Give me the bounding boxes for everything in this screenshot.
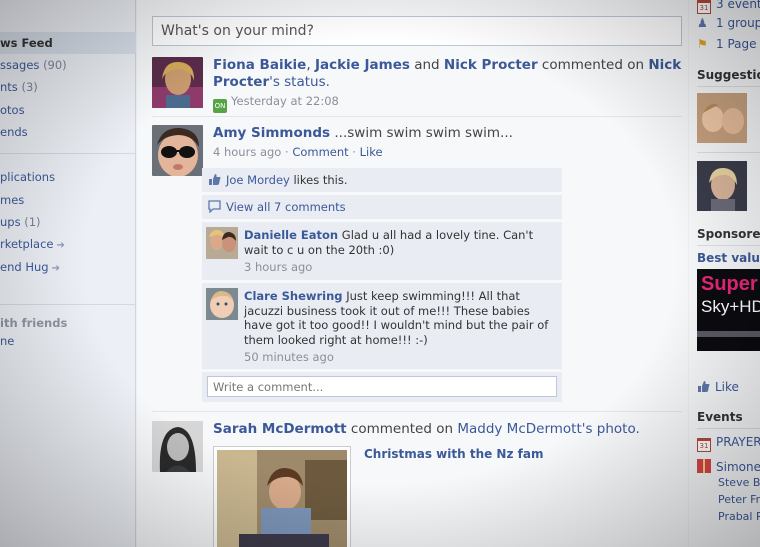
nav-groups[interactable]: ups (1) xyxy=(0,211,136,233)
status-composer-input[interactable]: What's on your mind? xyxy=(152,16,682,46)
nav-divider xyxy=(0,304,136,305)
sponsored-heading: Sponsored xyxy=(697,227,760,241)
story-divider xyxy=(152,411,682,412)
events-count: (3) xyxy=(21,80,38,94)
calendar-icon: 31 xyxy=(697,438,711,452)
nav-marketplace[interactable]: rketplace ➔ xyxy=(0,233,136,255)
liker-link[interactable]: Joe Mordey xyxy=(226,173,290,187)
timestamp[interactable]: Yesterday at 22:08 xyxy=(231,94,339,108)
suggestions-heading: Suggestion xyxy=(697,68,760,82)
target-photo-link[interactable]: 's photo. xyxy=(582,421,640,437)
birthday-link[interactable]: Prabal R xyxy=(718,510,760,523)
commenter-avatar[interactable] xyxy=(206,227,238,259)
thumbs-up-icon xyxy=(698,381,710,392)
action-text: commented on xyxy=(537,57,649,73)
ad-image[interactable]: Super Sky+HD xyxy=(697,269,760,351)
album-link[interactable]: Christmas with the Nz fam xyxy=(364,447,543,461)
chat-status-link[interactable]: ne xyxy=(0,330,136,352)
comment: Clare Shewring Just keep swimming!!! All… xyxy=(202,283,562,369)
commenter-avatar[interactable] xyxy=(206,288,238,320)
avatar[interactable] xyxy=(152,125,203,176)
target-status-link[interactable]: 's status. xyxy=(269,74,330,90)
commenter-link[interactable]: Danielle Eaton xyxy=(244,228,338,242)
pages-summary-link[interactable]: ⚑1 Page s xyxy=(697,37,760,51)
comment-link[interactable]: Comment xyxy=(292,145,348,159)
comment-input[interactable]: Write a comment... xyxy=(207,376,557,397)
view-all-comments-link[interactable]: View all 7 comments xyxy=(226,200,346,214)
dot-separator: · xyxy=(281,145,293,159)
shared-photo[interactable] xyxy=(213,446,351,547)
birthday-link[interactable]: Peter Fr xyxy=(718,493,760,506)
right-column: 313 event ♟1 group ⚑1 Page s Suggestion … xyxy=(689,0,760,547)
nav-events[interactable]: nts (3) xyxy=(0,76,136,98)
nav-friends[interactable]: ends xyxy=(0,121,136,143)
avatar[interactable] xyxy=(152,57,203,108)
suggestion-photo[interactable] xyxy=(697,161,747,211)
avatar[interactable] xyxy=(152,421,203,472)
ad-title-link[interactable]: Best value xyxy=(697,251,760,265)
thumbs-up-icon xyxy=(209,174,221,185)
ad-text: Super xyxy=(701,273,758,295)
section-divider xyxy=(697,428,760,429)
arrow-right-icon: ➔ xyxy=(56,240,65,251)
write-comment-row: Write a comment... xyxy=(202,372,562,402)
ad-device xyxy=(697,331,760,337)
mobile-upload-icon: ON xyxy=(213,99,227,113)
flag-icon: ⚑ xyxy=(697,37,708,51)
feed-story: Sarah McDermott commented on Maddy McDer… xyxy=(152,421,682,547)
commenter-link[interactable]: Clare Shewring xyxy=(244,289,343,303)
calendar-icon: 31 xyxy=(697,0,711,14)
nav-photos[interactable]: otos xyxy=(0,99,136,121)
actor-link[interactable]: Jackie James xyxy=(315,57,410,73)
nav-divider xyxy=(0,153,136,154)
actor-link[interactable]: Sarah McDermott xyxy=(213,421,347,437)
news-feed: What's on your mind? Fiona Baikie, Jacki… xyxy=(137,0,688,547)
nav-news-feed[interactable]: ws Feed xyxy=(0,32,136,54)
groups-count: (1) xyxy=(24,215,41,229)
conjunction-text: and xyxy=(409,57,444,73)
left-sidebar: ws Feed ssages (90) nts (3) otos ends pl… xyxy=(0,0,136,547)
birthday-link[interactable]: Steve Bl xyxy=(718,476,760,489)
events-heading: Events xyxy=(697,410,743,424)
ad-text: Sky+HD xyxy=(701,297,760,316)
view-all-comments-row[interactable]: View all 7 comments xyxy=(202,195,562,219)
action-text: commented on xyxy=(346,421,458,437)
nav-applications[interactable]: plications xyxy=(0,166,136,188)
event-link[interactable]: 31 PRAYER xyxy=(697,435,760,452)
timestamp[interactable]: 4 hours ago xyxy=(213,145,281,159)
comment: Danielle Eaton Glad u all had a lovely t… xyxy=(202,222,562,280)
section-divider xyxy=(697,86,760,87)
nav-games[interactable]: mes xyxy=(0,189,136,211)
feed-story: Fiona Baikie, Jackie James and Nick Proc… xyxy=(152,57,682,113)
nav-send-hug[interactable]: end Hug ➔ xyxy=(0,256,136,278)
groups-summary-link[interactable]: ♟ 1 group xyxy=(697,16,760,30)
section-divider xyxy=(697,245,760,246)
like-link[interactable]: Like xyxy=(360,145,383,159)
comment-timestamp: 50 minutes ago xyxy=(244,350,334,364)
comment-bubble-icon xyxy=(208,200,221,213)
events-summary-link[interactable]: 31 3 event xyxy=(697,0,760,14)
ad-like-button[interactable]: Like xyxy=(697,380,739,394)
target-link[interactable]: Maddy McDermott xyxy=(457,421,581,437)
likes-text: likes this. xyxy=(289,173,348,187)
status-text: ...swim swim swim swim... xyxy=(330,125,513,141)
actor-link[interactable]: Fiona Baikie xyxy=(213,57,306,73)
section-divider xyxy=(697,152,760,153)
messages-count: (90) xyxy=(43,58,67,72)
separator-text: , xyxy=(306,57,315,73)
dot-separator: · xyxy=(348,145,360,159)
actor-link[interactable]: Nick Procter xyxy=(444,57,538,73)
likes-row: Joe Mordey likes this. xyxy=(202,168,562,192)
comment-timestamp: 3 hours ago xyxy=(244,260,313,274)
story-divider xyxy=(152,116,682,117)
gift-icon xyxy=(697,459,711,473)
people-icon: ♟ xyxy=(697,16,708,30)
nav-messages[interactable]: ssages (90) xyxy=(0,54,136,76)
birthday-link[interactable]: Simone xyxy=(697,459,760,474)
suggestion-photo[interactable] xyxy=(697,93,747,143)
actor-link[interactable]: Amy Simmonds xyxy=(213,125,330,141)
arrow-right-icon: ➔ xyxy=(51,263,60,274)
